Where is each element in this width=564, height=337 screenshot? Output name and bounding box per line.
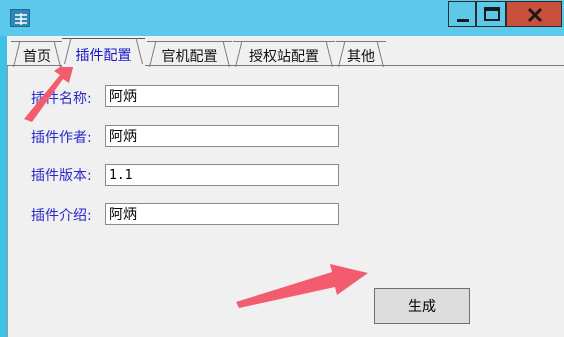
maximize-icon [484,7,500,21]
plugin-intro-input[interactable] [105,203,339,225]
window-client-area: 首页 插件配置 官机配置 授权站配置 其他 插件名称: 插件作者: 插件版本: … [7,36,564,337]
plugin-author-label: 插件作者: [31,130,92,146]
close-button[interactable] [506,1,562,27]
tab-official-config[interactable]: 官机配置 [147,41,232,66]
maximize-button[interactable] [476,1,506,27]
plugin-name-input[interactable] [105,85,339,107]
tab-other[interactable]: 其他 [336,41,386,66]
title-bar[interactable] [0,0,564,36]
plugin-version-label: 插件版本: [31,168,92,184]
plugin-name-label: 插件名称: [31,91,92,107]
plugin-intro-label: 插件介绍: [31,208,92,224]
minimize-icon [457,19,469,22]
tab-license-site-config[interactable]: 授权站配置 [233,41,335,66]
plugin-author-input[interactable] [105,125,339,147]
tab-plugin-config[interactable]: 插件配置 [62,38,145,67]
minimize-button[interactable] [448,1,476,27]
plugin-config-panel: 插件名称: 插件作者: 插件版本: 插件介绍: 生成 [7,66,564,337]
tab-strip: 首页 插件配置 官机配置 授权站配置 其他 [7,36,564,67]
close-icon [527,7,543,23]
tab-home[interactable]: 首页 [11,41,63,66]
generate-button[interactable]: 生成 [374,288,470,324]
app-logo-icon [10,9,30,27]
plugin-version-input[interactable] [105,164,339,186]
